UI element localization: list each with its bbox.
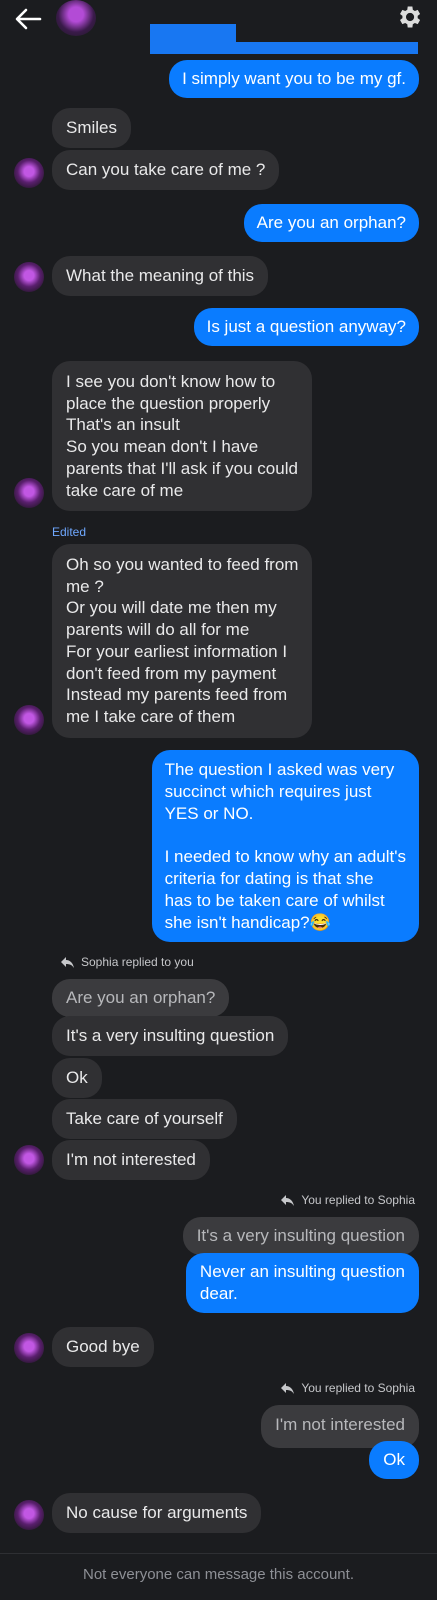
message-outgoing[interactable]: Is just a question anyway? — [193, 308, 419, 346]
message-incoming[interactable]: Ok — [52, 1058, 102, 1098]
contact-avatar — [14, 1500, 44, 1530]
back-arrow-icon[interactable] — [14, 7, 42, 31]
quoted-message[interactable]: Are you an orphan? — [52, 979, 230, 1017]
reply-label-text: You replied to Sophia — [301, 1381, 415, 1395]
messaging-restriction-notice: Not everyone can message this account. — [83, 1566, 354, 1583]
message-incoming[interactable]: No cause for arguments — [52, 1493, 262, 1533]
gear-icon[interactable] — [395, 3, 423, 31]
reply-arrow-icon — [281, 1382, 295, 1394]
message-incoming[interactable]: Oh so you wanted to feed from me ? Or yo… — [52, 544, 313, 738]
message-outgoing[interactable]: The question I asked was very succinct w… — [151, 750, 419, 943]
message-incoming[interactable]: Smiles — [52, 108, 132, 148]
message-outgoing[interactable]: I simply want you to be my gf. — [169, 60, 419, 98]
reply-label: Sophia replied to you — [60, 955, 194, 969]
quoted-message[interactable]: It's a very insulting question — [182, 1217, 419, 1255]
edited-label: Edited — [52, 525, 87, 539]
header-avatar[interactable] — [56, 0, 96, 36]
reply-label-text: Sophia replied to you — [81, 955, 194, 969]
message-outgoing[interactable]: Never an insulting question dear. — [185, 1253, 419, 1313]
contact-avatar — [14, 478, 44, 508]
contact-avatar — [14, 262, 44, 292]
contact-avatar — [14, 705, 44, 735]
reply-arrow-icon — [61, 956, 74, 968]
message-incoming[interactable]: Take care of yourself — [52, 1099, 237, 1139]
reply-arrow-icon — [281, 1194, 295, 1206]
reply-label: You replied to Sophia — [280, 1193, 415, 1207]
message-incoming[interactable]: Can you take care of me ? — [52, 150, 280, 190]
divider — [0, 1553, 437, 1554]
message-incoming[interactable]: What the meaning of this — [52, 256, 269, 296]
message-outgoing[interactable]: Are you an orphan? — [243, 204, 419, 242]
message-incoming[interactable]: It's a very insulting question — [52, 1016, 289, 1056]
redaction-bar — [150, 24, 236, 44]
message-outgoing[interactable]: Ok — [369, 1441, 419, 1479]
reply-label: You replied to Sophia — [280, 1381, 415, 1395]
message-incoming[interactable]: I see you don't know how to place the qu… — [52, 361, 312, 512]
message-incoming[interactable]: I'm not interested — [52, 1140, 210, 1180]
reply-label-text: You replied to Sophia — [301, 1193, 415, 1207]
message-incoming[interactable]: Good bye — [52, 1327, 154, 1367]
redaction-bar — [150, 42, 418, 54]
contact-avatar — [14, 158, 44, 188]
contact-avatar — [14, 1333, 44, 1363]
contact-avatar — [14, 1145, 44, 1175]
